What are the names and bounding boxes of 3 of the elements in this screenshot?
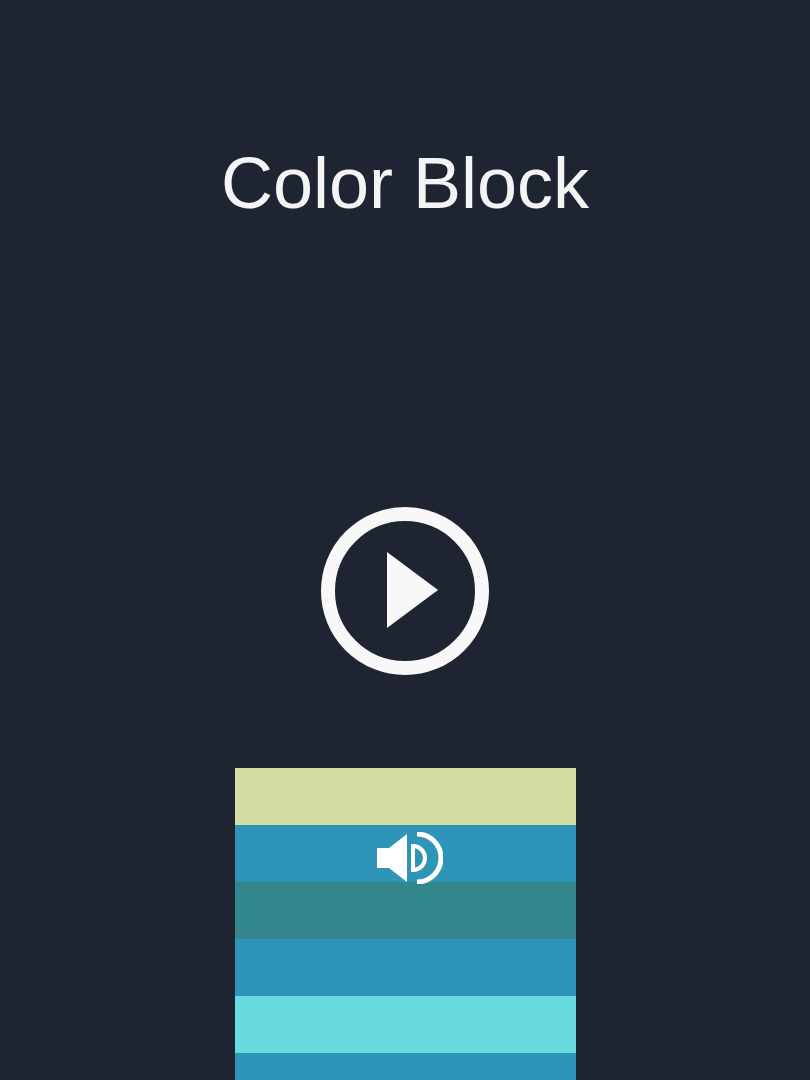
game-title: Color Block [220,142,590,225]
speaker-icon[interactable] [374,832,443,884]
play-button[interactable] [320,506,490,676]
